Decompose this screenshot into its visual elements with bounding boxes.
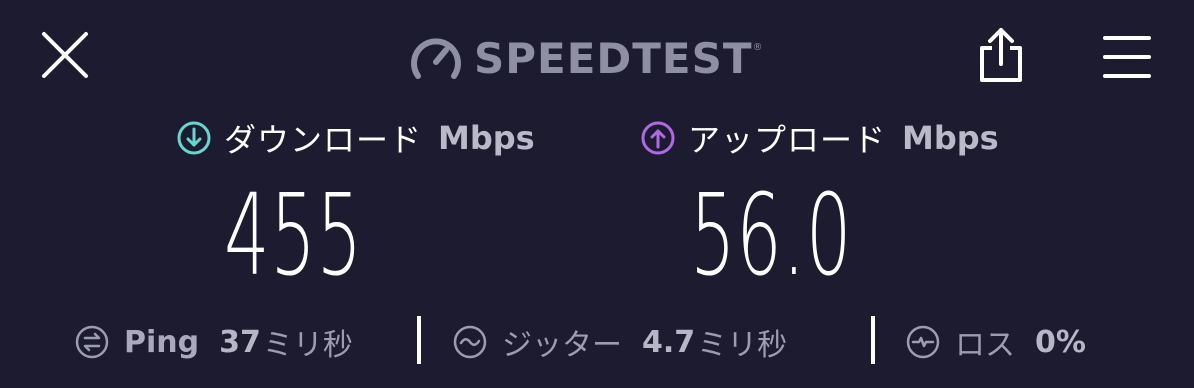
trademark-symbol: ® bbox=[752, 42, 763, 53]
ping-unit: ミリ秒 bbox=[262, 328, 353, 363]
share-icon bbox=[980, 28, 1022, 82]
upload-speed-value: 56.0 bbox=[690, 171, 853, 301]
ping-stat: Ping 37 ミリ秒 bbox=[74, 320, 353, 364]
jitter-label: ジッター bbox=[502, 328, 622, 363]
packet-loss-stat: ロス 0% bbox=[905, 320, 1086, 364]
upload-label: アップロード bbox=[688, 121, 887, 159]
upload-header: アップロード Mbps bbox=[640, 116, 999, 160]
upload-unit: Mbps bbox=[902, 119, 999, 157]
jitter-unit: ミリ秒 bbox=[697, 328, 788, 363]
close-icon bbox=[42, 32, 88, 78]
menu-button[interactable] bbox=[1103, 35, 1151, 79]
stat-divider bbox=[417, 316, 421, 364]
jitter-stat: ジッター 4.7 ミリ秒 bbox=[452, 320, 787, 364]
packet-loss-icon bbox=[906, 325, 940, 359]
ping-value: 37 bbox=[219, 324, 261, 360]
stat-divider bbox=[871, 316, 875, 364]
download-arrow-icon bbox=[177, 121, 211, 155]
close-button[interactable] bbox=[40, 30, 90, 80]
packet-loss-value: 0% bbox=[1035, 324, 1086, 360]
brand-name: SPEEDTEST bbox=[474, 33, 753, 83]
jitter-value: 4.7 bbox=[642, 324, 696, 360]
share-button[interactable] bbox=[975, 26, 1027, 84]
upload-arrow-icon bbox=[641, 121, 675, 155]
speedtest-logo: SPEEDTEST ® bbox=[410, 30, 763, 86]
speedometer-icon bbox=[411, 38, 461, 79]
download-unit: Mbps bbox=[438, 119, 535, 157]
ping-icon bbox=[75, 325, 109, 359]
ping-label: Ping bbox=[124, 324, 200, 360]
download-label: ダウンロード bbox=[224, 121, 423, 159]
download-header: ダウンロード Mbps bbox=[176, 116, 535, 160]
menu-icon bbox=[1103, 36, 1151, 78]
packet-loss-label: ロス bbox=[955, 328, 1015, 363]
download-speed-value: 455 bbox=[224, 171, 363, 301]
jitter-icon bbox=[453, 325, 487, 359]
